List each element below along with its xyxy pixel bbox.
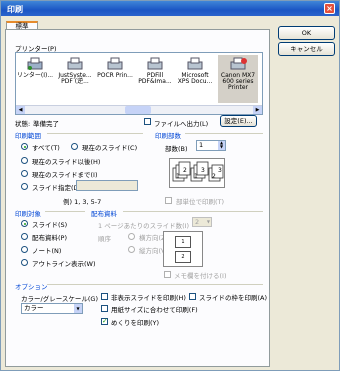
title-bar[interactable]: 印刷 ×: [1, 1, 339, 16]
printer-item[interactable]: PDFill PDF&Ima...: [136, 57, 174, 85]
hide-title-checkbox[interactable]: [164, 271, 171, 278]
status-label: 状態:: [15, 120, 31, 128]
range-custom-radio[interactable]: [21, 183, 28, 190]
svg-text:2: 2: [212, 173, 216, 180]
hidden-slides-label: 非表示スライドを印刷(H): [111, 294, 186, 302]
printer-icon: [26, 57, 44, 71]
print-dialog: 印刷 × 標準 OK キャンセル プリンター(P) リンター(I)... Jus…: [0, 0, 340, 371]
order-horizontal-radio[interactable]: [128, 233, 135, 240]
printer-item[interactable]: リンター(I)...: [16, 57, 54, 79]
print-notes-label: ノート(N): [32, 247, 62, 255]
print-handouts-label: 配布資料(P): [32, 234, 67, 242]
print-range-heading: 印刷範囲: [15, 132, 41, 140]
cancel-button[interactable]: キャンセル: [278, 42, 335, 56]
print-notes-radio[interactable]: [21, 246, 28, 253]
svg-text:3: 3: [201, 167, 205, 174]
printer-icon: [106, 57, 124, 71]
horizontal-scrollbar[interactable]: ◀ ▶: [16, 105, 262, 114]
options-heading: オプション: [15, 283, 48, 291]
printer-icon: [186, 57, 204, 71]
collate-preview: 12 13 23: [169, 158, 225, 188]
range-current-radio[interactable]: [71, 143, 78, 150]
frame-label: スライドの枠を印刷(A): [199, 294, 268, 302]
color-label: カラー/グレースケール(G): [21, 295, 98, 303]
handouts-heading: 配布資料: [91, 210, 117, 218]
copies-heading: 印刷部数: [155, 132, 181, 140]
printer-item-selected[interactable]: Canon MX7 600 series Printer: [218, 55, 258, 103]
order-label: 順序: [98, 235, 111, 243]
svg-text:1: 1: [176, 173, 180, 180]
per-page-select[interactable]: 2 ▼: [192, 217, 212, 227]
range-before-radio[interactable]: [21, 170, 28, 177]
collate-checkbox[interactable]: [165, 197, 172, 204]
window-title: 印刷: [7, 5, 23, 14]
comments-label: めくりを印刷(Y): [111, 319, 160, 327]
print-outline-radio[interactable]: [21, 259, 28, 266]
close-icon[interactable]: ×: [324, 3, 335, 14]
settings-button[interactable]: 設定(E)...: [220, 115, 257, 127]
per-page-label: 1 ページあたりのスライド数(I): [98, 222, 190, 230]
copies-spinner[interactable]: ▲ ▼: [218, 141, 225, 150]
range-before-label: 現在のスライドまで(I): [32, 171, 98, 179]
scale-label: 用紙サイズに合わせて印刷(F): [111, 306, 198, 314]
svg-text:1: 1: [194, 173, 198, 180]
printer-icon: [229, 57, 247, 71]
comments-checkbox[interactable]: [101, 317, 108, 325]
range-custom-label: スライド指定(D): [32, 184, 82, 192]
svg-text:2: 2: [183, 167, 187, 174]
range-after-label: 現在のスライド以後(H): [32, 158, 101, 166]
printer-list[interactable]: リンター(I)... JustSyste... PDF (逆... POCR P…: [15, 52, 263, 115]
range-all-radio[interactable]: [21, 143, 28, 150]
chevron-down-icon[interactable]: ▼: [74, 304, 82, 313]
printer-icon: [66, 57, 84, 71]
collate-icon: 12 13 23: [172, 161, 224, 182]
collate-label: 部単位で印刷(T): [176, 198, 225, 206]
hidden-slides-checkbox[interactable]: [101, 293, 108, 300]
range-current-label: 現在のスライド(C): [82, 144, 138, 152]
chevron-down-icon: ▼: [206, 219, 210, 224]
color-select[interactable]: カラー ▼: [21, 303, 83, 314]
scroll-left-icon[interactable]: ◀: [16, 106, 25, 114]
file-output-label: ファイルへ出力(L): [154, 120, 209, 128]
handout-preview: 1 2: [163, 231, 203, 267]
ok-button[interactable]: OK: [278, 26, 335, 40]
copies-label: 部数(B): [165, 145, 188, 153]
hide-title-label: メモ欄を付ける(I): [174, 272, 227, 280]
status-value: 準備完了: [33, 120, 59, 128]
printer-item[interactable]: POCR Prin...: [96, 57, 134, 79]
range-example: 例) 1, 3, 5-7: [63, 198, 102, 206]
print-outline-label: アウトライン表示(W): [32, 260, 96, 268]
print-what-heading: 印刷対象: [15, 210, 41, 218]
frame-checkbox[interactable]: [189, 293, 196, 300]
scroll-thumb[interactable]: [125, 106, 151, 114]
print-slides-radio[interactable]: [21, 220, 28, 227]
svg-text:3: 3: [218, 167, 222, 174]
range-after-radio[interactable]: [21, 157, 28, 164]
printer-icon: [146, 57, 164, 71]
printer-item[interactable]: Microsoft XPS Docu...: [176, 57, 214, 85]
range-all-label: すべて(T): [32, 144, 60, 152]
custom-range-input[interactable]: [76, 180, 138, 191]
printer-item[interactable]: JustSyste... PDF (逆...: [56, 57, 94, 85]
file-output-checkbox[interactable]: [144, 118, 151, 125]
copies-input[interactable]: 1 ▲ ▼: [196, 140, 226, 151]
scroll-right-icon[interactable]: ▶: [253, 106, 262, 114]
scale-checkbox[interactable]: [101, 305, 108, 312]
print-slides-label: スライド(S): [32, 221, 68, 229]
order-vertical-radio[interactable]: [128, 246, 135, 253]
print-handouts-radio[interactable]: [21, 233, 28, 240]
